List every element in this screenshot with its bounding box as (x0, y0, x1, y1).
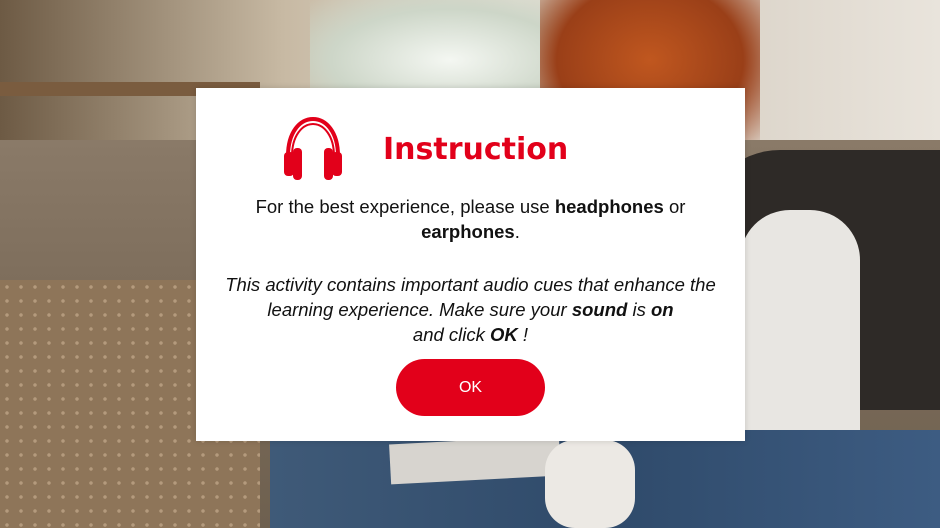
earphones-emphasis: earphones (421, 221, 515, 242)
dialog-header: Instruction (196, 116, 745, 184)
instruction-text-or: or (663, 196, 686, 217)
ok-emphasis: OK (490, 324, 518, 345)
ok-button[interactable]: OK (396, 359, 545, 416)
app-stage: Instruction For the best experience, ple… (0, 0, 940, 528)
instruction-text-period: . (514, 221, 520, 242)
headphones-emphasis: headphones (554, 196, 664, 217)
headphones-icon (282, 116, 344, 182)
dialog-title: Instruction (383, 132, 569, 167)
on-emphasis: on (650, 299, 674, 320)
audio-cue-text: This activity contains important audio c… (216, 272, 725, 347)
audio-cue-text-end: ! (517, 324, 529, 345)
audio-cue-text-part2: and click (412, 324, 491, 345)
instruction-text-pre: For the best experience, please use (255, 196, 555, 217)
background-sock (545, 440, 635, 528)
instruction-dialog: Instruction For the best experience, ple… (196, 88, 745, 441)
sound-emphasis: sound (571, 299, 628, 320)
instruction-text: For the best experience, please use head… (216, 194, 725, 244)
audio-cue-text-is: is (627, 299, 651, 320)
